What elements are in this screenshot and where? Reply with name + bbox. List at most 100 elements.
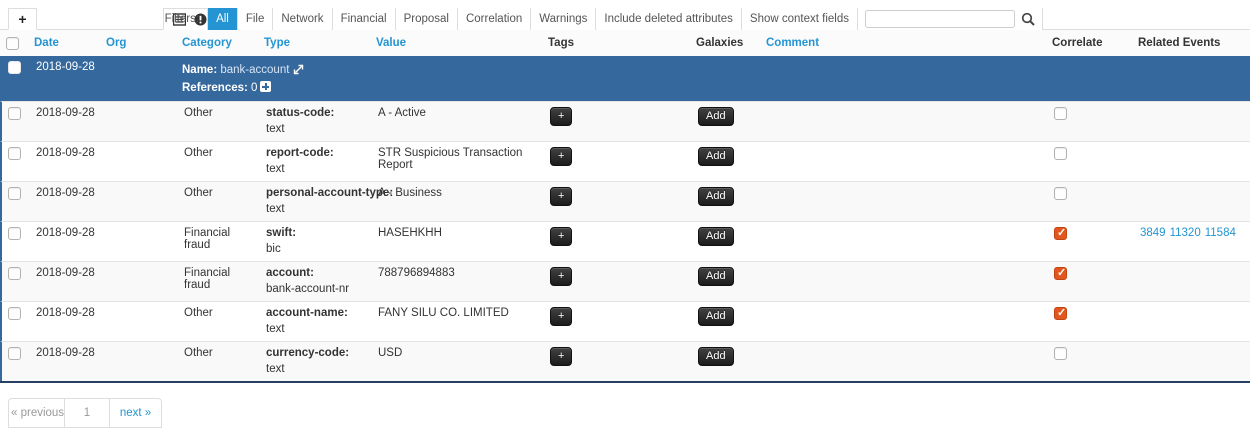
column-header-related-events: Related Events <box>1132 32 1250 54</box>
related-event-link[interactable]: 11320 <box>1170 227 1201 239</box>
filters-bar: Filters: AllFileNetworkFinancialProposal… <box>165 8 1043 30</box>
attribute-value: A - Active <box>372 102 544 141</box>
filter-tab-include-deleted-attributes[interactable]: Include deleted attributes <box>595 8 741 30</box>
attribute-category: Other <box>178 142 260 181</box>
pagination-previous[interactable]: « previous <box>8 398 65 428</box>
attribute-category: Other <box>178 342 260 381</box>
add-galaxy-button[interactable]: Add <box>698 107 734 126</box>
object-date: 2018-09-28 <box>30 56 102 101</box>
filter-tab-financial[interactable]: Financial <box>332 8 395 30</box>
add-tag-button[interactable]: + <box>550 107 572 126</box>
filter-tab-file[interactable]: File <box>237 8 273 30</box>
table-row: 2018-09-28Otherreport-code:textSTR Suspi… <box>0 141 1250 181</box>
related-event-link[interactable]: 3849 <box>1140 227 1166 239</box>
correlate-checkbox[interactable] <box>1054 307 1067 320</box>
add-galaxy-button[interactable]: Add <box>698 307 734 326</box>
add-galaxy-button[interactable]: Add <box>698 187 734 206</box>
add-tag-button[interactable]: + <box>550 147 572 166</box>
attribute-value: A - Business <box>372 182 544 221</box>
attribute-type-name: currency-code: <box>266 347 366 359</box>
attribute-value-type: text <box>266 123 366 135</box>
filter-tab-all[interactable]: All <box>207 8 237 30</box>
attribute-value-type: text <box>266 203 366 215</box>
filter-tab-show-context-fields[interactable]: Show context fields <box>741 8 857 30</box>
column-header-galaxies: Galaxies <box>690 32 760 54</box>
search-input[interactable] <box>865 10 1015 28</box>
related-events-cell <box>1134 262 1250 301</box>
row-select-checkbox[interactable] <box>8 107 21 120</box>
add-galaxy-button[interactable]: Add <box>698 347 734 366</box>
related-events-cell <box>1134 102 1250 141</box>
pagination-current-page[interactable]: 1 <box>65 398 110 428</box>
add-attribute-button[interactable]: + <box>8 8 37 30</box>
pagination-next[interactable]: next » <box>110 398 162 428</box>
attribute-comment <box>762 302 1048 341</box>
attribute-category: Financial fraud <box>178 222 260 261</box>
column-header-value[interactable]: Value <box>370 32 542 54</box>
attributes-table: DateOrgCategoryTypeValueTagsGalaxiesComm… <box>0 30 1250 383</box>
add-galaxy-button[interactable]: Add <box>698 147 734 166</box>
object-select-checkbox[interactable] <box>8 61 21 74</box>
correlate-checkbox[interactable] <box>1054 227 1067 240</box>
add-galaxy-button[interactable]: Add <box>698 267 734 286</box>
row-select-checkbox[interactable] <box>8 147 21 160</box>
plus-icon: + <box>18 12 26 26</box>
attribute-org <box>102 262 178 301</box>
table-row: 2018-09-28Financial fraudaccount:bank-ac… <box>0 261 1250 301</box>
add-tag-button[interactable]: + <box>550 187 572 206</box>
object-name[interactable]: bank-account <box>220 64 289 76</box>
attribute-value: HASEHKHH <box>372 222 544 261</box>
attribute-value-type: text <box>266 363 366 375</box>
correlate-checkbox[interactable] <box>1054 187 1067 200</box>
add-tag-button[interactable]: + <box>550 267 572 286</box>
related-event-link[interactable]: 11584 <box>1205 227 1236 239</box>
column-header-comment[interactable]: Comment <box>760 32 1046 54</box>
row-select-checkbox[interactable] <box>8 347 21 360</box>
attribute-date: 2018-09-28 <box>30 262 102 301</box>
column-header-org[interactable]: Org <box>100 32 176 54</box>
attribute-value-type: text <box>266 163 366 175</box>
correlate-checkbox[interactable] <box>1054 347 1067 360</box>
attribute-date: 2018-09-28 <box>30 102 102 141</box>
filter-tab-correlation[interactable]: Correlation <box>457 8 530 30</box>
attribute-type: swift:bic <box>260 222 372 261</box>
attribute-org <box>102 342 178 381</box>
attribute-org <box>102 142 178 181</box>
related-events-cell <box>1134 182 1250 221</box>
attribute-comment <box>762 102 1048 141</box>
attribute-toolbar: + Filters: AllFileNetworkFinancialPropos… <box>0 0 1250 30</box>
add-tag-button[interactable]: + <box>550 347 572 366</box>
select-all-checkbox[interactable] <box>6 37 19 50</box>
add-tag-button[interactable]: + <box>550 307 572 326</box>
attribute-comment <box>762 222 1048 261</box>
filter-tab-proposal[interactable]: Proposal <box>395 8 457 30</box>
row-select-checkbox[interactable] <box>8 267 21 280</box>
object-info: Name: bank-account References: 0 <box>178 56 304 101</box>
object-header-row: 2018-09-28 Name: bank-account References… <box>0 56 1250 101</box>
correlate-checkbox[interactable] <box>1054 107 1067 120</box>
attribute-date: 2018-09-28 <box>30 342 102 381</box>
add-galaxy-button[interactable]: Add <box>698 227 734 246</box>
filter-tab-network[interactable]: Network <box>272 8 331 30</box>
filter-tab-warnings[interactable]: Warnings <box>530 8 595 30</box>
attribute-comment <box>762 182 1048 221</box>
correlate-checkbox[interactable] <box>1054 147 1067 160</box>
correlate-checkbox[interactable] <box>1054 267 1067 280</box>
attribute-category: Other <box>178 182 260 221</box>
filters-label: Filters: <box>165 8 208 30</box>
add-reference-icon[interactable] <box>260 81 271 92</box>
expand-object-icon[interactable] <box>293 66 304 78</box>
attribute-date: 2018-09-28 <box>30 182 102 221</box>
column-header-category[interactable]: Category <box>176 32 258 54</box>
column-header-type[interactable]: Type <box>258 32 370 54</box>
row-select-checkbox[interactable] <box>8 227 21 240</box>
row-select-checkbox[interactable] <box>8 307 21 320</box>
add-tag-button[interactable]: + <box>550 227 572 246</box>
pagination: « previous 1 next » <box>8 398 162 428</box>
column-header-date[interactable]: Date <box>28 32 100 54</box>
select-all-cell <box>0 32 28 55</box>
search-icon[interactable] <box>1021 12 1035 26</box>
row-select-checkbox[interactable] <box>8 187 21 200</box>
table-row: 2018-09-28Otherpersonal-account-type:tex… <box>0 181 1250 221</box>
object-org-cell <box>102 56 178 101</box>
